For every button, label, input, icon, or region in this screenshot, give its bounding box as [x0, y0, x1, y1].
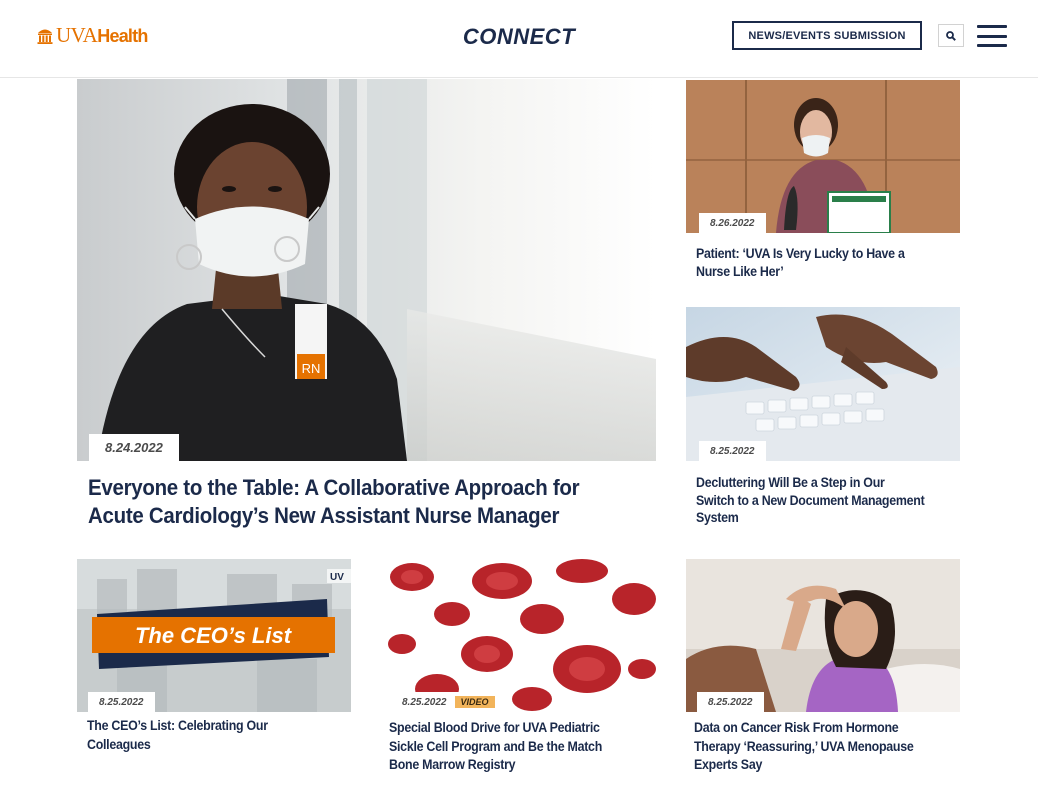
- site-header: UVAHealth CONNECT NEWS/EVENTS SUBMISSION: [0, 0, 1038, 78]
- red-blood-cells-photo: [382, 559, 656, 712]
- story-date: 8.25.2022: [697, 692, 764, 712]
- bottom-story-1[interactable]: The CEO’s List UV 8.25.2022 The CEO’s Li…: [77, 559, 351, 759]
- nurse-award-photo: [686, 80, 960, 233]
- ceo-list-graphic: The CEO’s List UV: [77, 559, 351, 712]
- story-headline[interactable]: Special Blood Drive for UVA Pediatric Si…: [389, 719, 619, 775]
- bottom-story-2-image[interactable]: [382, 559, 656, 712]
- story-date: 8.25.2022: [699, 441, 766, 461]
- uva-health-logo[interactable]: UVAHealth: [37, 24, 148, 46]
- side-story-1[interactable]: 8.26.2022 Patient: ‘UVA Is Very Lucky to…: [686, 80, 960, 285]
- bottom-story-2[interactable]: 8.25.2022 VIDEO Special Blood Drive for …: [382, 559, 656, 779]
- story-headline[interactable]: Everyone to the Table: A Collaborative A…: [88, 474, 637, 530]
- story-date: 8.24.2022: [89, 434, 179, 461]
- corner-logo-text: UV: [330, 572, 344, 583]
- story-headline[interactable]: Decluttering Will Be a Step in Our Switc…: [696, 474, 926, 527]
- search-button[interactable]: [938, 24, 964, 47]
- rn-badge-text: RN: [302, 361, 321, 376]
- featured-story[interactable]: RN 8.24.2022 Everyone to the Table: A Co…: [77, 79, 656, 539]
- side-story-1-image[interactable]: [686, 80, 960, 233]
- logo-wordmark: UVAHealth: [56, 22, 148, 47]
- featured-story-image[interactable]: RN: [77, 79, 656, 461]
- side-story-2-image[interactable]: [686, 307, 960, 461]
- bottom-story-1-image[interactable]: The CEO’s List UV: [77, 559, 351, 712]
- video-badge: VIDEO: [454, 696, 495, 708]
- bottom-story-3-image[interactable]: [686, 559, 960, 712]
- story-headline[interactable]: Data on Cancer Risk From Hormone Therapy…: [694, 719, 924, 775]
- keyboard-typing-photo: [686, 307, 960, 461]
- story-date: 8.25.2022 VIDEO: [391, 692, 499, 712]
- story-date: 8.26.2022: [699, 213, 766, 233]
- story-date: 8.25.2022: [88, 692, 155, 712]
- search-icon: [946, 30, 956, 41]
- woman-hot-flash-photo: [686, 559, 960, 712]
- news-events-submission-button[interactable]: NEWS/EVENTS SUBMISSION: [732, 21, 922, 50]
- ceo-list-banner-text: The CEO’s List: [135, 623, 293, 648]
- story-headline[interactable]: Patient: ‘UVA Is Very Lucky to Have a Nu…: [696, 245, 926, 280]
- story-headline[interactable]: The CEO’s List: Celebrating Our Colleagu…: [87, 717, 317, 754]
- rotunda-logo-icon: [37, 29, 53, 44]
- bottom-story-3[interactable]: 8.25.2022 Data on Cancer Risk From Hormo…: [686, 559, 960, 779]
- side-story-2[interactable]: 8.25.2022 Decluttering Will Be a Step in…: [686, 307, 960, 537]
- hamburger-menu-icon[interactable]: [977, 25, 1007, 47]
- nurse-photo: RN: [77, 79, 656, 461]
- site-title-text[interactable]: CONNECT: [463, 24, 575, 49]
- story-date-text: 8.25.2022: [402, 696, 447, 708]
